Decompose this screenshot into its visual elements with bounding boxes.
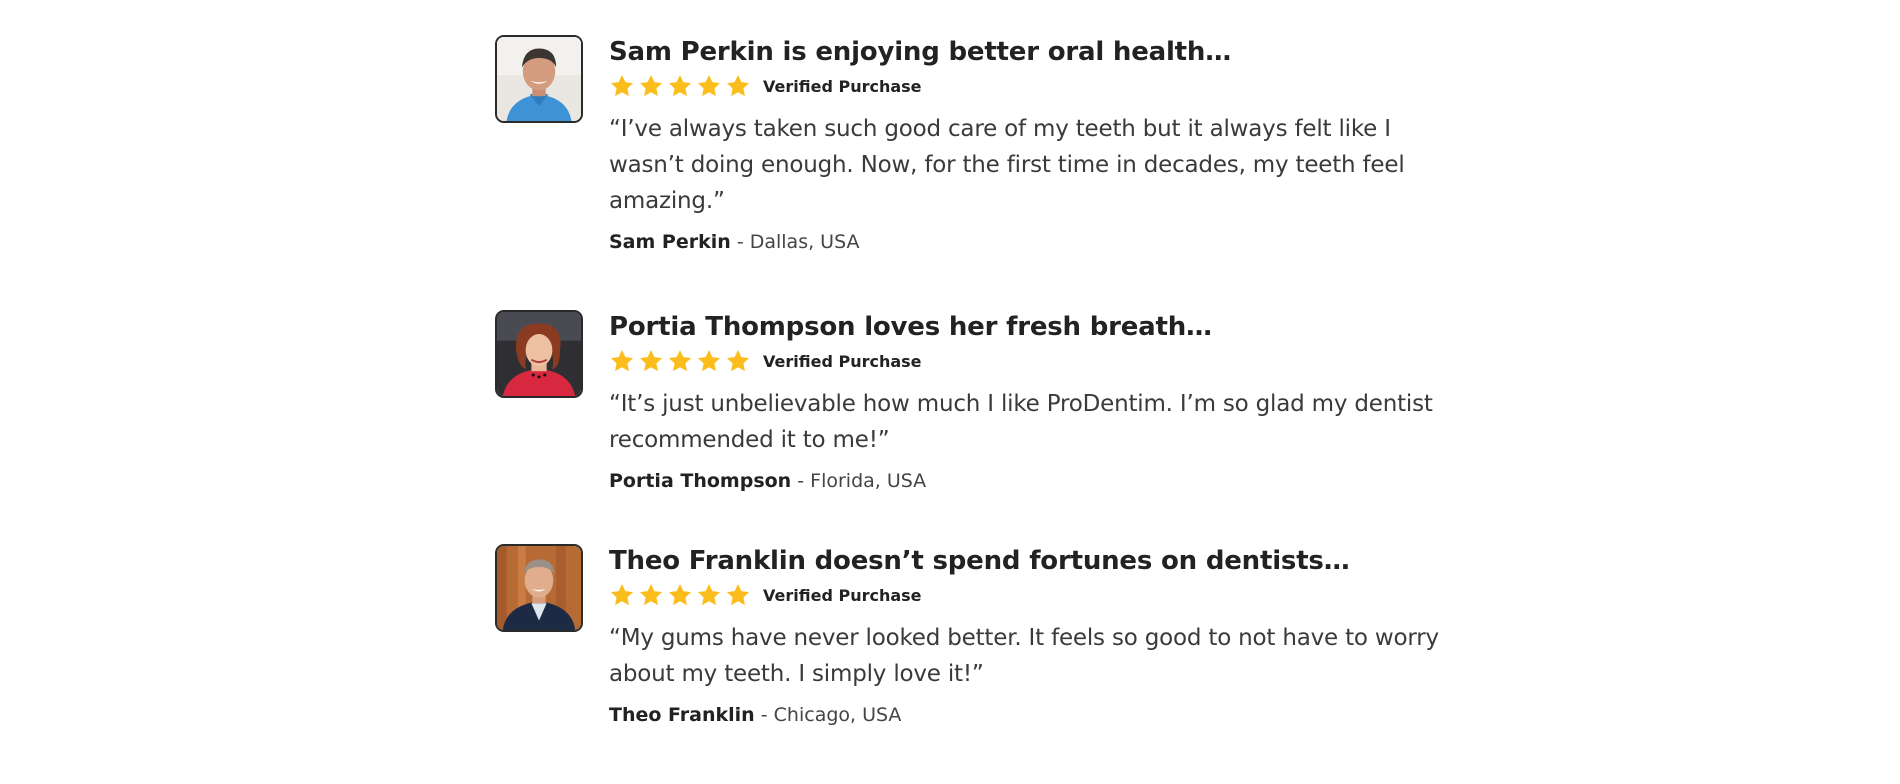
author-location: Florida, USA [810, 470, 927, 492]
author-line: Theo Franklin - Chicago, USA [609, 702, 1455, 728]
verified-purchase-label: Verified Purchase [763, 351, 922, 371]
star-icon [638, 348, 664, 374]
author-name: Theo Franklin [609, 704, 755, 726]
avatar-photo [495, 35, 583, 123]
star-icon [667, 73, 693, 99]
star-rating [609, 582, 751, 608]
star-icon [725, 73, 751, 99]
rating-row: Verified Purchase [609, 346, 1455, 376]
author-separator: - [791, 470, 811, 492]
rating-row: Verified Purchase [609, 71, 1455, 101]
review-headline: Portia Thompson loves her fresh breath… [609, 312, 1212, 342]
author-name: Sam Perkin [609, 231, 731, 253]
author-location: Dallas, USA [749, 231, 860, 253]
author-line: Portia Thompson - Florida, USA [609, 468, 1455, 494]
star-icon [725, 582, 751, 608]
testimonial-card: Portia Thompson loves her fresh breath… … [495, 310, 1455, 494]
star-icon [609, 73, 635, 99]
review-headline: Sam Perkin is enjoying better oral healt… [609, 37, 1232, 67]
star-icon [696, 73, 722, 99]
review-quote: “I’ve always taken such good care of my … [609, 116, 1405, 214]
review-quote: “It’s just unbelievable how much I like … [609, 391, 1433, 453]
star-icon [667, 582, 693, 608]
review-headline: Theo Franklin doesn’t spend fortunes on … [609, 546, 1350, 576]
star-icon [696, 348, 722, 374]
testimonials-list: Sam Perkin is enjoying better oral healt… [495, 35, 1455, 728]
testimonial-card: Theo Franklin doesn’t spend fortunes on … [495, 544, 1455, 728]
star-icon [725, 348, 751, 374]
star-icon [667, 348, 693, 374]
author-name: Portia Thompson [609, 470, 792, 492]
star-rating [609, 348, 751, 374]
star-icon [638, 582, 664, 608]
star-icon [609, 348, 635, 374]
author-line: Sam Perkin - Dallas, USA [609, 229, 1455, 255]
star-icon [696, 582, 722, 608]
verified-purchase-label: Verified Purchase [763, 585, 922, 605]
author-separator: - [730, 231, 750, 253]
author-location: Chicago, USA [773, 704, 902, 726]
star-icon [609, 582, 635, 608]
star-rating [609, 73, 751, 99]
testimonial-card: Sam Perkin is enjoying better oral healt… [495, 35, 1455, 255]
avatar-photo [495, 310, 583, 398]
verified-purchase-label: Verified Purchase [763, 76, 922, 96]
rating-row: Verified Purchase [609, 580, 1455, 610]
review-quote: “My gums have never looked better. It fe… [609, 625, 1439, 687]
author-separator: - [754, 704, 774, 726]
avatar-photo [495, 544, 583, 632]
star-icon [638, 73, 664, 99]
